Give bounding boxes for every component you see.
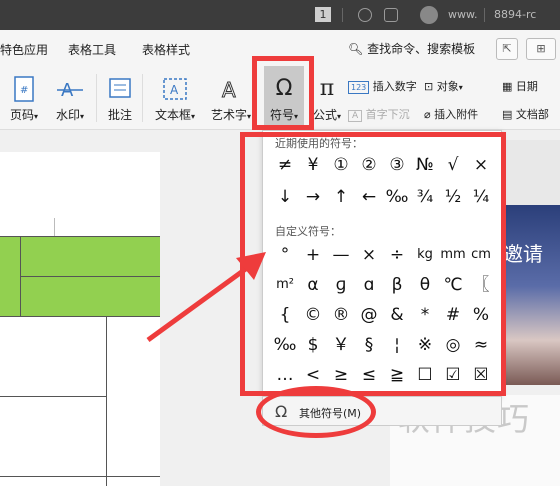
table-border (0, 236, 160, 237)
table-border (20, 276, 160, 277)
textbox-label: 文本框 (154, 108, 191, 122)
more-tools-icon[interactable]: ⊞ (526, 38, 556, 60)
comment-label: 批注 (107, 108, 132, 122)
page-number-icon: # (11, 76, 37, 102)
drop-cap-icon: A (348, 110, 363, 122)
arrow-pointer (146, 252, 266, 343)
doc-part-icon: ▤ (502, 108, 513, 121)
document-page[interactable] (0, 152, 160, 486)
highlight-symbol-button (252, 56, 314, 130)
table-border (54, 218, 55, 236)
wordart-icon: A (218, 76, 244, 103)
date-label: 日期 (515, 80, 538, 93)
svg-text:#: # (20, 85, 28, 96)
insert-attachment-label: 插入附件 (434, 108, 479, 121)
window-icon[interactable] (384, 8, 398, 22)
divider (484, 8, 485, 22)
table-border (106, 316, 107, 486)
textbox-button[interactable]: A 文本框▾ (150, 76, 200, 123)
object-button[interactable]: ⊡ 对象▾ (424, 78, 463, 94)
highlight-more-symbols (256, 386, 376, 438)
calendar-icon: ▦ (502, 80, 513, 93)
watermark-icon: A (57, 76, 83, 102)
table-border (0, 396, 106, 397)
title-bar: 1 www. 8894-rc (0, 0, 560, 30)
object-label: 对象 (436, 80, 459, 93)
wordart-button[interactable]: A 艺术字▾ (206, 76, 256, 123)
number-icon: 123 (348, 81, 370, 94)
code-text: 8894-rc (494, 8, 537, 21)
textbox-icon: A (162, 76, 188, 102)
menu-special-apps[interactable]: 特色应用 (0, 41, 48, 58)
menu-table-style[interactable]: 表格样式 (142, 41, 190, 58)
template-thumbnail-title: 邀请 (503, 242, 543, 266)
share-icon[interactable]: ⇱ (496, 38, 518, 60)
extension-icon[interactable] (358, 8, 372, 22)
page-number-label: 页码 (9, 108, 34, 122)
date-button[interactable]: ▦ 日期 (502, 78, 538, 94)
object-icon: ⊡ (424, 80, 434, 93)
divider (342, 8, 343, 22)
first-drop-label: 首字下沉 (365, 108, 410, 121)
template-thumbnail-strip (500, 140, 560, 205)
formula-button[interactable]: π 公式▾ (310, 76, 344, 123)
avatar[interactable] (420, 6, 438, 24)
template-thumbnail[interactable] (500, 205, 560, 385)
page-number-button[interactable]: # 页码▾ (4, 76, 44, 123)
doc-part-button[interactable]: ▤ 文档部 (502, 106, 549, 122)
watermark-button[interactable]: A 水印▾ (50, 76, 90, 123)
divider (96, 74, 97, 122)
wordart-label: 艺术字 (210, 108, 247, 122)
formula-label: 公式 (312, 108, 337, 122)
table-border (0, 316, 160, 317)
first-drop-button[interactable]: A 首字下沉 (348, 106, 410, 122)
search-icon: 🔍︎ (348, 42, 364, 56)
watermark-label: 水印 (55, 108, 80, 122)
tab-count-badge[interactable]: 1 (315, 7, 331, 22)
insert-number-button[interactable]: 123 插入数字 (348, 78, 417, 94)
svg-text:A: A (222, 78, 236, 102)
table-border (0, 476, 160, 477)
paperclip-icon: ⌀ (424, 108, 431, 121)
divider (142, 74, 143, 122)
search-command-label: 查找命令、搜索模板 (367, 42, 476, 56)
comment-icon (107, 76, 133, 102)
highlight-symbol-panel (240, 132, 506, 396)
comment-button[interactable]: 批注 (102, 76, 138, 123)
insert-number-label: 插入数字 (372, 80, 417, 93)
svg-text:A: A (170, 83, 179, 97)
menu-table-tools[interactable]: 表格工具 (68, 41, 116, 58)
doc-part-label: 文档部 (515, 108, 549, 121)
insert-attachment-button[interactable]: ⌀ 插入附件 (424, 106, 478, 122)
pi-icon: π (319, 76, 335, 101)
site-text: www. (448, 8, 478, 21)
search-command[interactable]: 🔍︎ 查找命令、搜索模板 (348, 40, 475, 57)
